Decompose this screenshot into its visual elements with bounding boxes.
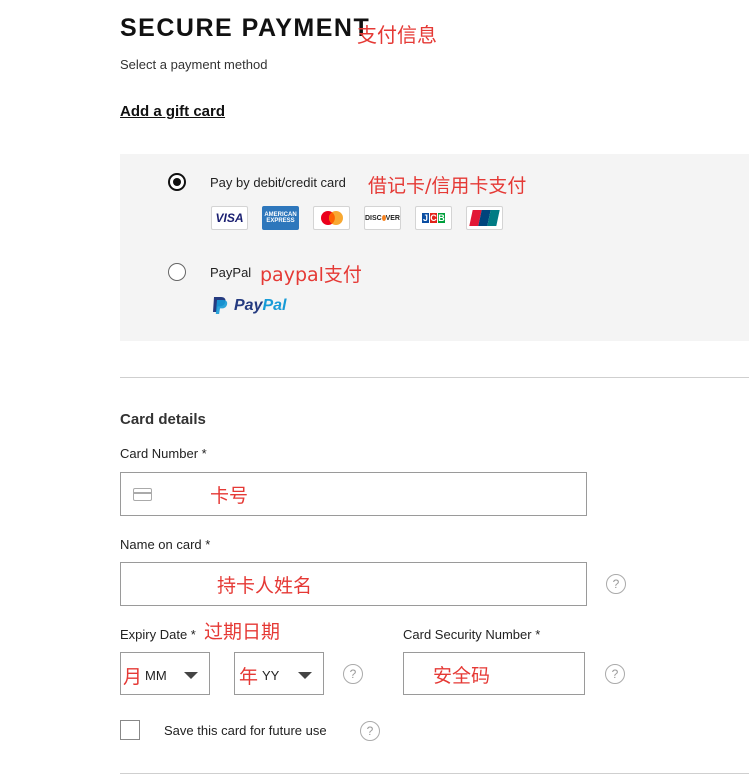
security-help-icon[interactable]: ? <box>605 664 625 684</box>
paypal-icon <box>213 297 228 314</box>
card-option-label[interactable]: Pay by debit/credit card <box>210 175 346 190</box>
month-value: MM <box>145 668 167 683</box>
bottom-divider <box>120 773 749 774</box>
security-number-annotation: 安全码 <box>433 665 491 687</box>
name-on-card-label: Name on card * <box>120 537 211 552</box>
page-title-annotation: 支付信息 <box>357 23 437 47</box>
card-number-input[interactable]: 卡号 <box>120 472 587 516</box>
card-logos: VISA AMERICAN EXPRESS DISC VER J C B <box>211 206 503 230</box>
expiry-month-select[interactable]: 月 MM <box>120 652 210 695</box>
security-number-label: Card Security Number * <box>403 627 541 642</box>
card-details-heading: Card details <box>120 411 206 428</box>
paypal-logo: PayPal <box>211 296 286 316</box>
credit-card-icon <box>133 488 152 501</box>
section-divider <box>120 377 749 378</box>
save-card-label[interactable]: Save this card for future use <box>164 723 327 738</box>
discover-icon: DISC VER <box>364 206 401 230</box>
year-value: YY <box>262 668 280 683</box>
card-number-label: Card Number * <box>120 446 207 461</box>
paypal-logo-text-pal: Pal <box>262 297 287 314</box>
month-annotation: 月 <box>123 666 143 688</box>
expiry-date-label: Expiry Date * <box>120 627 196 642</box>
year-annotation: 年 <box>239 666 259 688</box>
paypal-radio[interactable] <box>168 263 186 281</box>
paypal-option-label[interactable]: PayPal <box>210 265 251 280</box>
mastercard-icon <box>313 206 350 230</box>
card-radio[interactable] <box>168 173 186 191</box>
card-option-annotation: 借记卡/信用卡支付 <box>368 175 527 197</box>
expiry-year-select[interactable]: 年 YY <box>234 652 324 695</box>
add-gift-card-link[interactable]: Add a gift card <box>120 103 225 120</box>
expiry-help-icon[interactable]: ? <box>343 664 363 684</box>
visa-icon: VISA <box>211 206 248 230</box>
payment-methods-panel: Pay by debit/credit card 借记卡/信用卡支付 VISA … <box>120 154 749 341</box>
save-card-checkbox[interactable] <box>120 720 140 740</box>
name-on-card-annotation: 持卡人姓名 <box>217 575 313 597</box>
card-number-annotation: 卡号 <box>210 485 249 507</box>
name-on-card-input[interactable]: 持卡人姓名 <box>120 562 587 606</box>
paypal-logo-text-pay: Pay <box>234 297 263 314</box>
security-number-input[interactable]: 安全码 <box>403 652 585 695</box>
amex-icon: AMERICAN EXPRESS <box>262 206 299 230</box>
page-title: SECURE PAYMENT <box>120 14 371 42</box>
unionpay-icon <box>466 206 503 230</box>
paypal-option-annotation: paypal支付 <box>260 264 362 286</box>
chevron-down-icon <box>184 672 198 679</box>
expiry-date-annotation: 过期日期 <box>204 621 281 643</box>
name-help-icon[interactable]: ? <box>606 574 626 594</box>
chevron-down-icon <box>298 672 312 679</box>
page-subtitle: Select a payment method <box>120 57 268 72</box>
save-card-help-icon[interactable]: ? <box>360 721 380 741</box>
jcb-icon: J C B <box>415 206 452 230</box>
